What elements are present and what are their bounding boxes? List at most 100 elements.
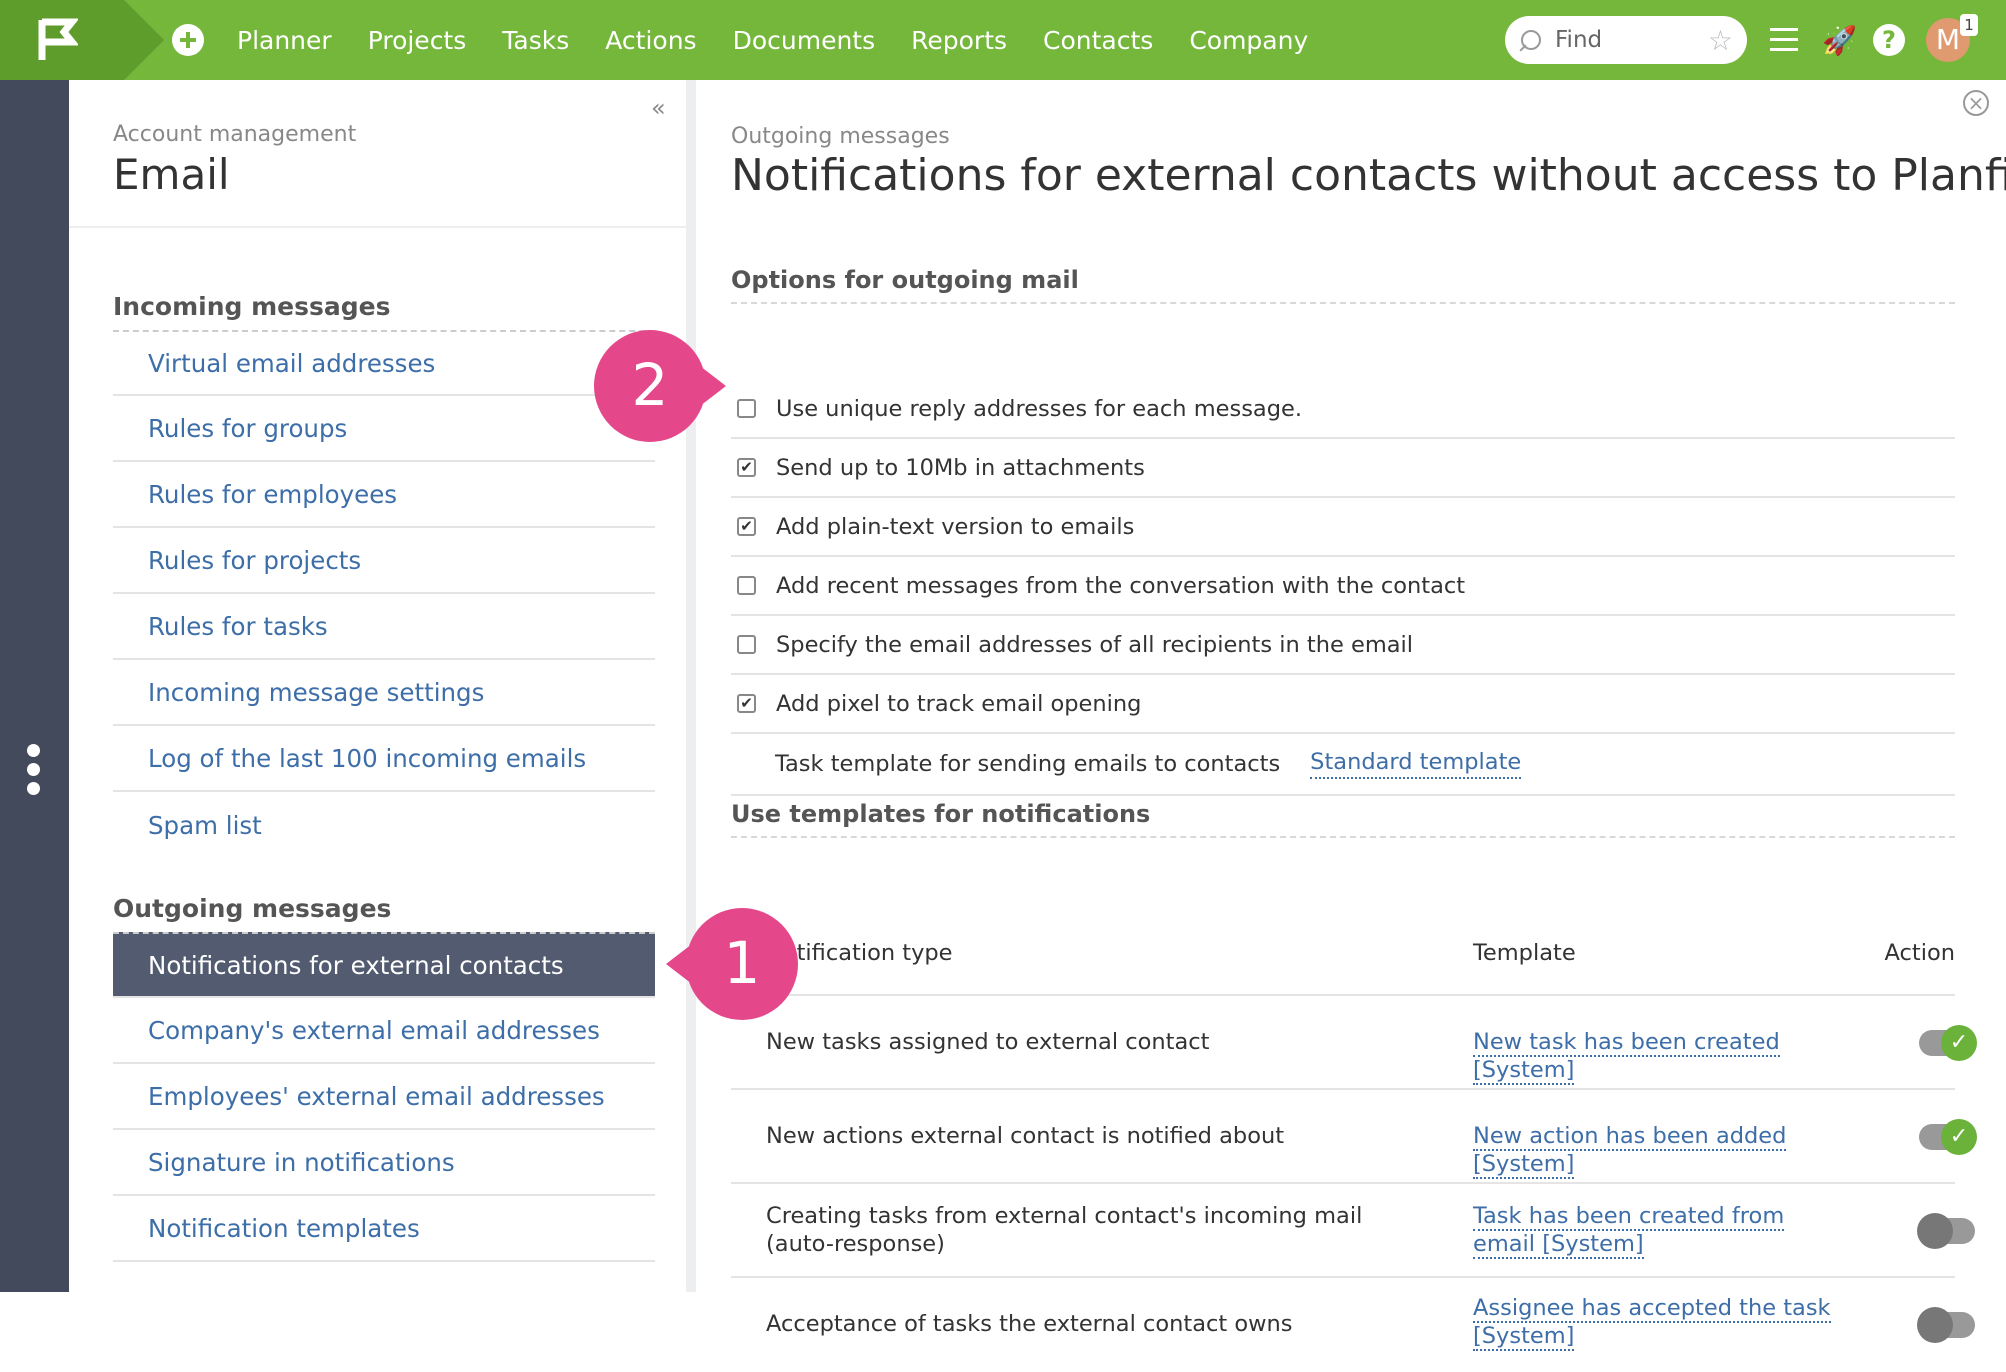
table-row: Acceptance of tasks the external contact… — [731, 1278, 1975, 1372]
add-button[interactable] — [172, 24, 204, 56]
nav-projects[interactable]: Projects — [368, 26, 467, 55]
nav-reports[interactable]: Reports — [911, 26, 1007, 55]
divider — [69, 226, 686, 228]
option-checkbox[interactable] — [737, 635, 756, 654]
templates-section-title: Use templates for notifications — [731, 800, 1955, 838]
outgoing-menu: Notifications for external contacts Comp… — [113, 932, 655, 1262]
close-icon[interactable]: × — [1963, 90, 1989, 116]
option-label[interactable]: Specify the email addresses of all recip… — [776, 632, 1413, 658]
search-icon — [1521, 30, 1541, 50]
menu-item-notification-templates[interactable]: Notification templates — [113, 1196, 655, 1262]
table-header: Notification type Template Action — [731, 914, 1955, 996]
template-cell: New task has been created [System] — [1473, 1028, 1853, 1085]
breadcrumb[interactable]: Outgoing messages — [731, 124, 950, 149]
template-cell: Task has been created from email [System… — [1473, 1202, 1853, 1259]
nav-documents[interactable]: Documents — [733, 26, 876, 55]
option-label[interactable]: Send up to 10Mb in attachments — [776, 455, 1145, 481]
panel-splitter[interactable] — [686, 80, 696, 1292]
callout-badge-2: 2 — [594, 330, 726, 442]
template-link[interactable]: Assignee has accepted the task [System] — [1473, 1295, 1831, 1351]
flag-icon — [38, 18, 78, 60]
menu-item-company-external-emails[interactable]: Company's external email addresses — [113, 998, 655, 1064]
task-template-label: Task template for sending emails to cont… — [775, 751, 1281, 777]
template-link[interactable]: Task has been created from email [System… — [1473, 1203, 1785, 1259]
column-header-template: Template — [1473, 940, 1576, 966]
notification-badge: 1 — [1960, 14, 1978, 36]
menu-item-rules-projects[interactable]: Rules for projects — [113, 528, 655, 594]
incoming-menu: Virtual email addresses Rules for groups… — [113, 330, 655, 858]
help-icon[interactable]: ? — [1873, 24, 1905, 56]
notification-toggle[interactable] — [1917, 1213, 1975, 1249]
top-nav-bar: Planner Projects Tasks Actions Documents… — [0, 0, 2006, 80]
table-row: Creating tasks from external contact's i… — [731, 1184, 1975, 1278]
option-row: Use unique reply addresses for each mess… — [731, 380, 1955, 439]
menu-item-incoming-settings[interactable]: Incoming message settings — [113, 660, 655, 726]
search-input[interactable] — [1555, 24, 1695, 56]
nav-tasks[interactable]: Tasks — [502, 26, 569, 55]
option-checkbox[interactable] — [737, 399, 756, 418]
toggle-knob: ✓ — [1941, 1025, 1977, 1061]
template-link[interactable]: New action has been added [System] — [1473, 1123, 1787, 1179]
nav-company[interactable]: Company — [1189, 26, 1308, 55]
option-row: ✔ Add plain-text version to emails — [731, 498, 1955, 557]
menu-item-spam-list[interactable]: Spam list — [113, 792, 655, 858]
menu-item-incoming-log[interactable]: Log of the last 100 incoming emails — [113, 726, 655, 792]
notification-toggle[interactable]: ✓ — [1919, 1025, 1977, 1061]
option-label[interactable]: Use unique reply addresses for each mess… — [776, 396, 1302, 422]
option-label[interactable]: Add plain-text version to emails — [776, 514, 1134, 540]
options-section-title: Options for outgoing mail — [731, 266, 1955, 304]
settings-sidebar: « Account management Email Incoming mess… — [69, 80, 686, 1292]
notification-toggle[interactable] — [1917, 1307, 1975, 1343]
option-row: Specify the email addresses of all recip… — [731, 616, 1955, 675]
menu-icon[interactable] — [1770, 28, 1798, 52]
notification-toggle[interactable]: ✓ — [1919, 1119, 1977, 1155]
planfix-logo[interactable] — [0, 0, 124, 80]
nav-planner[interactable]: Planner — [237, 26, 332, 55]
option-row: Add recent messages from the conversatio… — [731, 557, 1955, 616]
task-template-link[interactable]: Standard template — [1310, 749, 1522, 779]
menu-item-rules-tasks[interactable]: Rules for tasks — [113, 594, 655, 660]
options-list: Use unique reply addresses for each mess… — [731, 380, 1955, 796]
rocket-icon[interactable]: 🚀 — [1822, 24, 1857, 57]
star-icon[interactable]: ☆ — [1708, 24, 1733, 57]
callout-badge-1: 1 — [666, 908, 798, 1020]
option-checkbox[interactable]: ✔ — [737, 458, 756, 477]
option-label[interactable]: Add pixel to track email opening — [776, 691, 1141, 717]
template-cell: New action has been added [System] — [1473, 1122, 1853, 1179]
outgoing-section-title: Outgoing messages — [113, 894, 392, 923]
more-options-icon[interactable] — [27, 744, 40, 801]
main-content: × Outgoing messages Notifications for ex… — [696, 80, 2006, 1351]
incoming-section-title: Incoming messages — [113, 292, 391, 321]
task-template-row: Task template for sending emails to cont… — [731, 734, 1955, 796]
logo-arrow — [124, 0, 164, 80]
menu-item-signature[interactable]: Signature in notifications — [113, 1130, 655, 1196]
option-checkbox[interactable]: ✔ — [737, 694, 756, 713]
toggle-knob — [1917, 1307, 1953, 1343]
option-row: ✔ Add pixel to track email opening — [731, 675, 1955, 734]
notification-type: Creating tasks from external contact's i… — [766, 1203, 1363, 1257]
option-label[interactable]: Add recent messages from the conversatio… — [776, 573, 1465, 599]
page-title: Email — [113, 150, 230, 199]
menu-item-rules-groups[interactable]: Rules for groups — [113, 396, 655, 462]
page-title: Notifications for external contacts with… — [731, 150, 2006, 201]
menu-item-virtual-email[interactable]: Virtual email addresses — [113, 330, 655, 396]
table-row: New actions external contact is notified… — [731, 1090, 1977, 1184]
option-checkbox[interactable] — [737, 576, 756, 595]
menu-item-notifications-external[interactable]: Notifications for external contacts — [113, 932, 655, 998]
notification-type: Acceptance of tasks the external contact… — [766, 1311, 1293, 1337]
option-row: ✔ Send up to 10Mb in attachments — [731, 439, 1955, 498]
main-nav: Planner Projects Tasks Actions Documents… — [237, 0, 1344, 80]
notification-type: New tasks assigned to external contact — [766, 1029, 1210, 1055]
menu-item-rules-employees[interactable]: Rules for employees — [113, 462, 655, 528]
search-box: ☆ — [1505, 16, 1747, 64]
side-strip — [0, 80, 69, 1292]
toggle-knob: ✓ — [1941, 1119, 1977, 1155]
option-checkbox[interactable]: ✔ — [737, 517, 756, 536]
collapse-icon[interactable]: « — [651, 94, 666, 122]
nav-actions[interactable]: Actions — [605, 26, 696, 55]
breadcrumb[interactable]: Account management — [113, 122, 356, 147]
nav-contacts[interactable]: Contacts — [1043, 26, 1153, 55]
template-link[interactable]: New task has been created [System] — [1473, 1029, 1780, 1085]
notification-table: New tasks assigned to external contact N… — [731, 996, 1977, 1372]
menu-item-employee-external-emails[interactable]: Employees' external email addresses — [113, 1064, 655, 1130]
